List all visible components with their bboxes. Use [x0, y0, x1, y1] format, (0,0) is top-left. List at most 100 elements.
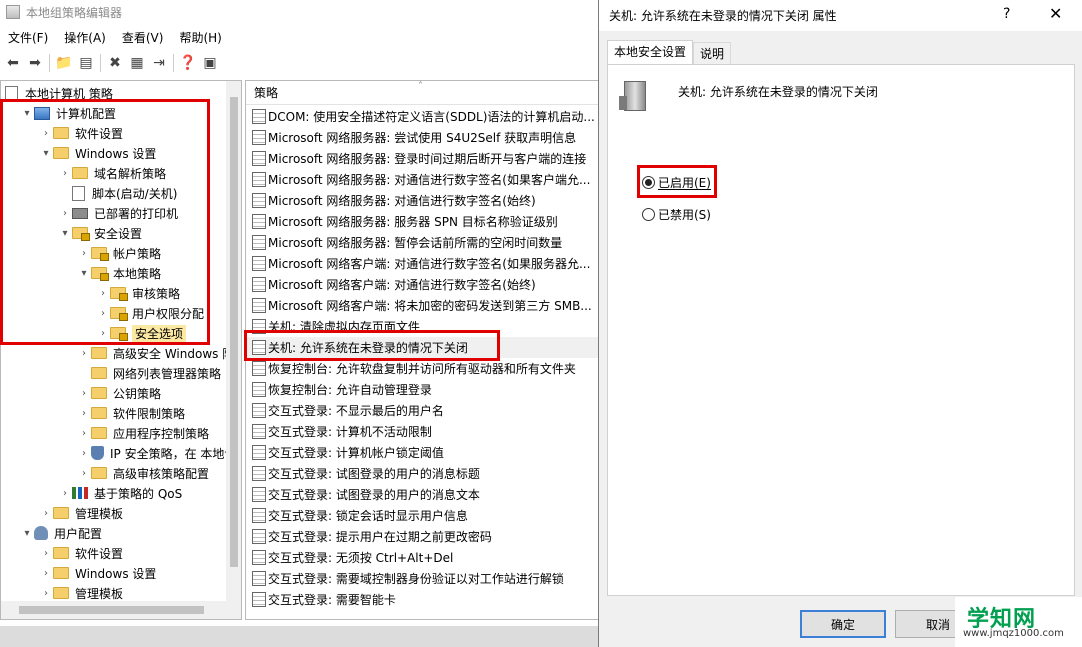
chevron-right-icon[interactable]: › — [39, 128, 53, 139]
tree-node[interactable]: › 软件设置 — [39, 123, 123, 143]
chevron-down-icon[interactable]: ▾ — [20, 528, 34, 539]
chevron-down-icon[interactable]: ▾ — [77, 268, 91, 279]
tree-node[interactable]: › 审核策略 — [96, 283, 180, 303]
show-view-icon[interactable]: ▣ — [199, 52, 221, 74]
menu-help[interactable]: 帮助(H) — [171, 28, 229, 48]
menu-view[interactable]: 查看(V) — [114, 28, 172, 48]
tree-node[interactable]: › 应用程序控制策略 — [77, 423, 209, 443]
policy-row[interactable]: 交互式登录: 不显示最后的用户名 — [246, 400, 599, 421]
policy-row[interactable]: 恢复控制台: 允许自动管理登录 — [246, 379, 599, 400]
chevron-right-icon[interactable]: › — [77, 388, 91, 399]
chevron-right-icon[interactable]: › — [96, 308, 110, 319]
tree-vertical-scrollbar[interactable] — [226, 81, 241, 601]
chevron-right-icon[interactable]: › — [39, 588, 53, 599]
chevron-right-icon[interactable]: › — [77, 248, 91, 259]
policy-row[interactable]: Microsoft 网络服务器: 对通信进行数字签名(如果客户端允... — [246, 169, 599, 190]
policy-row[interactable]: Microsoft 网络客户端: 对通信进行数字签名(如果服务器允... — [246, 253, 599, 274]
menu-file[interactable]: 文件(F) — [0, 28, 56, 48]
enabled-option[interactable]: 已启用(E) — [642, 174, 711, 191]
tree-node[interactable]: › 软件限制策略 — [77, 403, 185, 423]
policy-row[interactable]: 交互式登录: 试图登录的用户的消息标题 — [246, 463, 599, 484]
chevron-right-icon[interactable]: › — [96, 288, 110, 299]
policy-row[interactable]: 关机: 允许系统在未登录的情况下关闭 — [246, 337, 599, 358]
chevron-right-icon[interactable]: › — [39, 568, 53, 579]
chevron-right-icon[interactable]: › — [39, 548, 53, 559]
policy-row[interactable]: 恢复控制台: 允许软盘复制并访问所有驱动器和所有文件夹 — [246, 358, 599, 379]
chevron-right-icon[interactable]: › — [39, 508, 53, 519]
chevron-right-icon[interactable]: › — [77, 408, 91, 419]
tree-node[interactable]: 网络列表管理器策略 — [77, 363, 221, 383]
up-folder-icon[interactable]: 📁 — [53, 52, 75, 74]
tree-node[interactable]: › 安全选项 — [96, 323, 187, 343]
policy-row[interactable]: Microsoft 网络服务器: 登录时间过期后断开与客户端的连接 — [246, 148, 599, 169]
forward-arrow-icon[interactable]: ➡ — [24, 52, 46, 74]
chevron-right-icon[interactable]: › — [58, 488, 72, 499]
tab-local-security-setting[interactable]: 本地安全设置 — [607, 40, 694, 65]
chevron-right-icon[interactable]: › — [77, 468, 91, 479]
chevron-right-icon[interactable]: › — [77, 428, 91, 439]
tree-node[interactable]: › 域名解析策略 — [58, 163, 166, 183]
policy-row[interactable]: Microsoft 网络服务器: 对通信进行数字签名(始终) — [246, 190, 599, 211]
chevron-down-icon[interactable]: ▾ — [58, 228, 72, 239]
policy-row[interactable]: 交互式登录: 锁定会话时显示用户信息 — [246, 505, 599, 526]
tree-node[interactable]: › 用户权限分配 — [96, 303, 204, 323]
delete-icon[interactable]: ✖ — [104, 52, 126, 74]
tree-node[interactable]: › 高级安全 Windows 防 — [77, 343, 234, 363]
chevron-right-icon[interactable]: › — [77, 448, 91, 459]
policy-row[interactable]: Microsoft 网络客户端: 对通信进行数字签名(始终) — [246, 274, 599, 295]
chevron-down-icon[interactable]: ▾ — [39, 148, 53, 159]
disabled-radio[interactable] — [642, 208, 655, 221]
tree-node[interactable]: ▾ 计算机配置 — [20, 103, 116, 123]
policy-row[interactable]: 交互式登录: 提示用户在过期之前更改密码 — [246, 526, 599, 547]
back-arrow-icon[interactable]: ⬅ — [2, 52, 24, 74]
policy-row[interactable]: Microsoft 网络服务器: 尝试使用 S4U2Self 获取声明信息 — [246, 127, 599, 148]
scrollbar-thumb[interactable] — [230, 97, 238, 567]
policy-row[interactable]: Microsoft 网络服务器: 服务器 SPN 目标名称验证级别 — [246, 211, 599, 232]
properties-icon[interactable]: ▦ — [126, 52, 148, 74]
column-header-policy[interactable]: 策略 ˄ — [246, 81, 599, 105]
tree-node[interactable]: › 管理模板 — [39, 503, 123, 523]
tree-node[interactable]: ▾ 本地策略 — [77, 263, 161, 283]
close-icon[interactable]: ✕ — [1049, 4, 1062, 23]
ok-button[interactable]: 确定 — [800, 610, 886, 638]
policy-row[interactable]: DCOM: 使用安全描述符定义语言(SDDL)语法的计算机启动... — [246, 106, 599, 127]
export-list-icon[interactable]: ⇥ — [148, 52, 170, 74]
chevron-right-icon[interactable]: › — [58, 168, 72, 179]
policy-row[interactable]: 交互式登录: 无须按 Ctrl+Alt+Del — [246, 547, 599, 568]
tree-node[interactable]: ▾ 用户配置 — [20, 523, 102, 543]
policy-row[interactable]: 关机: 清除虚拟内存页面文件 — [246, 316, 599, 337]
tree-node[interactable]: › 帐户策略 — [77, 243, 161, 263]
policy-row[interactable]: 交互式登录: 需要智能卡 — [246, 589, 599, 610]
tree-node[interactable]: › 软件设置 — [39, 543, 123, 563]
tree-node[interactable]: › 基于策略的 QoS — [58, 483, 182, 503]
policy-row[interactable]: Microsoft 网络服务器: 暂停会话前所需的空闲时间数量 — [246, 232, 599, 253]
chevron-right-icon[interactable]: › — [58, 208, 72, 219]
tree-node[interactable]: › IP 安全策略，在 本地计 — [77, 443, 236, 463]
enabled-radio[interactable] — [642, 176, 655, 189]
show-hide-tree-icon[interactable]: ▤ — [75, 52, 97, 74]
tab-explain[interactable]: 说明 — [693, 42, 732, 66]
tree-node[interactable]: ▾ 安全设置 — [58, 223, 142, 243]
tree-node[interactable]: 脚本(启动/关机) — [58, 183, 177, 203]
tree-node[interactable]: › 公钥策略 — [77, 383, 161, 403]
policy-row[interactable]: 交互式登录: 试图登录的用户的消息文本 — [246, 484, 599, 505]
disabled-option[interactable]: 已禁用(S) — [642, 206, 711, 223]
menu-action[interactable]: 操作(A) — [56, 28, 114, 48]
tree-node[interactable]: › 管理模板 — [39, 583, 123, 603]
tree-node[interactable]: 本地计算机 策略 — [5, 83, 113, 103]
tree-node[interactable]: › Windows 设置 — [39, 563, 156, 583]
chevron-right-icon[interactable]: › — [77, 348, 91, 359]
tree-horizontal-scrollbar[interactable] — [1, 601, 241, 619]
tree-node[interactable]: › 已部署的打印机 — [58, 203, 178, 223]
help-icon[interactable]: ? — [1003, 6, 1010, 22]
policy-row[interactable]: 交互式登录: 计算机帐户锁定阈值 — [246, 442, 599, 463]
policy-row[interactable]: 交互式登录: 计算机不活动限制 — [246, 421, 599, 442]
tree-node[interactable]: › 高级审核策略配置 — [77, 463, 209, 483]
tree-node[interactable]: ▾ Windows 设置 — [39, 143, 156, 163]
policy-row[interactable]: Microsoft 网络客户端: 将未加密的密码发送到第三方 SMB... — [246, 295, 599, 316]
chevron-down-icon[interactable]: ▾ — [20, 108, 34, 119]
policy-row[interactable]: 交互式登录: 需要域控制器身份验证以对工作站进行解锁 — [246, 568, 599, 589]
chevron-right-icon[interactable]: › — [96, 328, 110, 339]
scrollbar-thumb[interactable] — [19, 606, 204, 614]
help-book-icon[interactable]: ❓ — [177, 52, 199, 74]
